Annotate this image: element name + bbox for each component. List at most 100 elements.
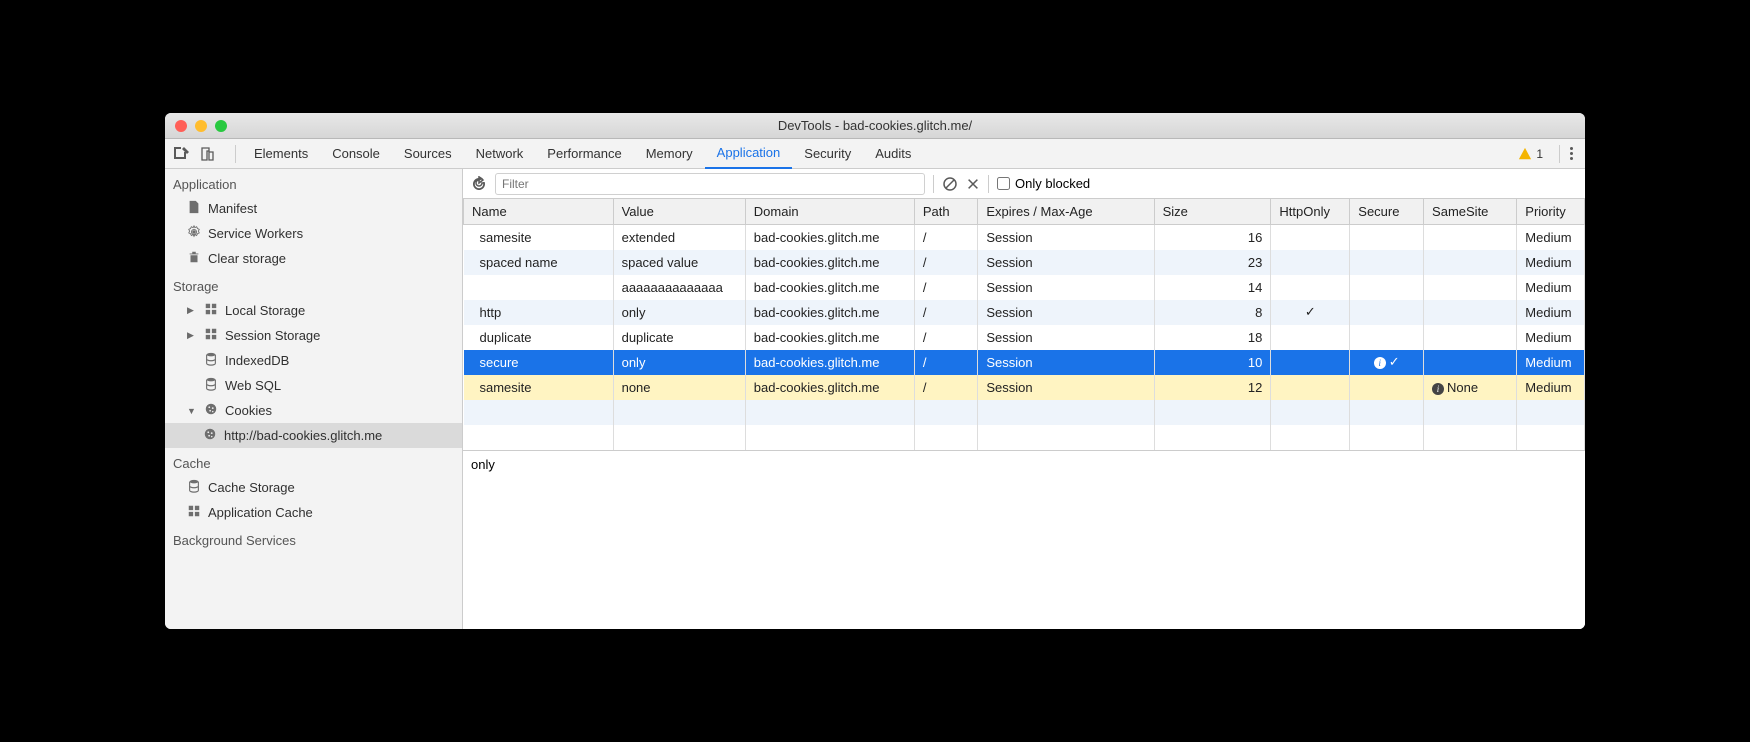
tab-performance[interactable]: Performance (535, 139, 633, 169)
section-title: Application (165, 169, 462, 196)
cell-size: 14 (1154, 275, 1271, 300)
delete-icon[interactable] (966, 177, 980, 191)
sidebar-item-label: Service Workers (208, 226, 303, 241)
warning-badge[interactable]: 1 (1518, 147, 1543, 161)
cell-path: / (914, 350, 978, 375)
cookie-icon (204, 402, 218, 419)
col-header-httponly[interactable]: HttpOnly (1271, 199, 1350, 225)
table-row[interactable]: aaaaaaaaaaaaaabad-cookies.glitch.me/Sess… (464, 275, 1585, 300)
cell-samesite (1424, 275, 1517, 300)
cell-expires: Session (978, 225, 1154, 250)
tab-sources[interactable]: Sources (392, 139, 464, 169)
divider (235, 145, 236, 163)
sidebar-item-service-workers[interactable]: Service Workers (165, 221, 462, 246)
table-row[interactable]: duplicateduplicatebad-cookies.glitch.me/… (464, 325, 1585, 350)
db-icon (204, 377, 218, 394)
sidebar-item-cookies[interactable]: ▼Cookies (165, 398, 462, 423)
traffic-lights (175, 120, 227, 132)
cell-name (464, 275, 614, 300)
cell-path: / (914, 250, 978, 275)
cookies-table: NameValueDomainPathExpires / Max-AgeSize… (463, 199, 1585, 450)
sidebar-item-application-cache[interactable]: Application Cache (165, 500, 462, 525)
tab-memory[interactable]: Memory (634, 139, 705, 169)
warning-count: 1 (1536, 147, 1543, 161)
tab-security[interactable]: Security (792, 139, 863, 169)
col-header-secure[interactable]: Secure (1350, 199, 1424, 225)
tab-elements[interactable]: Elements (242, 139, 320, 169)
table-row[interactable]: samesitenonebad-cookies.glitch.me/Sessio… (464, 375, 1585, 400)
cell-priority: Medium (1517, 225, 1585, 250)
col-header-path[interactable]: Path (914, 199, 978, 225)
sidebar-item-cache-storage[interactable]: Cache Storage (165, 475, 462, 500)
titlebar: DevTools - bad-cookies.glitch.me/ (165, 113, 1585, 139)
tab-application[interactable]: Application (705, 139, 793, 169)
col-header-name[interactable]: Name (464, 199, 614, 225)
refresh-icon[interactable] (471, 176, 487, 192)
filter-input[interactable] (495, 173, 925, 195)
cell-expires: Session (978, 350, 1154, 375)
col-header-samesite[interactable]: SameSite (1424, 199, 1517, 225)
col-header-domain[interactable]: Domain (745, 199, 914, 225)
inspect-icon[interactable] (173, 146, 189, 162)
tab-console[interactable]: Console (320, 139, 392, 169)
minimize-icon[interactable] (195, 120, 207, 132)
menu-button[interactable] (1566, 147, 1577, 160)
only-blocked-input[interactable] (997, 177, 1010, 190)
cell-samesite (1424, 300, 1517, 325)
table-row[interactable]: samesiteextendedbad-cookies.glitch.me/Se… (464, 225, 1585, 250)
tab-audits[interactable]: Audits (863, 139, 923, 169)
tab-network[interactable]: Network (464, 139, 536, 169)
cell-secure (1350, 300, 1424, 325)
cell-secure (1350, 325, 1424, 350)
sidebar-item-clear-storage[interactable]: Clear storage (165, 246, 462, 271)
gear-icon (187, 225, 201, 242)
sidebar-item-local-storage[interactable]: ▶Local Storage (165, 298, 462, 323)
cell-path: / (914, 225, 978, 250)
only-blocked-checkbox[interactable]: Only blocked (997, 176, 1090, 191)
sidebar-item-manifest[interactable]: Manifest (165, 196, 462, 221)
cell-value: duplicate (613, 325, 745, 350)
section-title: Storage (165, 271, 462, 298)
sidebar-item-label: IndexedDB (225, 353, 289, 368)
device-icon[interactable] (199, 146, 215, 162)
table-row[interactable]: spaced namespaced valuebad-cookies.glitc… (464, 250, 1585, 275)
close-icon[interactable] (175, 120, 187, 132)
section-title: Cache (165, 448, 462, 475)
cell-domain: bad-cookies.glitch.me (745, 300, 914, 325)
clear-all-icon[interactable] (942, 176, 958, 192)
sidebar-item-label: Web SQL (225, 378, 281, 393)
sidebar-item-indexeddb[interactable]: IndexedDB (165, 348, 462, 373)
cell-httponly (1271, 350, 1350, 375)
maximize-icon[interactable] (215, 120, 227, 132)
col-header-value[interactable]: Value (613, 199, 745, 225)
cell-domain: bad-cookies.glitch.me (745, 225, 914, 250)
table-row[interactable]: secureonlybad-cookies.glitch.me/Session1… (464, 350, 1585, 375)
cell-expires: Session (978, 325, 1154, 350)
sidebar-item-cookie-origin[interactable]: http://bad-cookies.glitch.me (165, 423, 462, 448)
col-header-size[interactable]: Size (1154, 199, 1271, 225)
cell-priority: Medium (1517, 275, 1585, 300)
cell-httponly (1271, 325, 1350, 350)
cell-value: none (613, 375, 745, 400)
chevron-right-icon: ▶ (187, 330, 197, 341)
cell-expires: Session (978, 375, 1154, 400)
cell-httponly (1271, 225, 1350, 250)
cell-size: 23 (1154, 250, 1271, 275)
cell-path: / (914, 275, 978, 300)
info-icon: i (1374, 357, 1386, 369)
cell-samesite (1424, 225, 1517, 250)
sidebar-item-label: Cookies (225, 403, 272, 418)
cell-name: samesite (464, 225, 614, 250)
cell-expires: Session (978, 275, 1154, 300)
cell-priority: Medium (1517, 325, 1585, 350)
col-header-priority[interactable]: Priority (1517, 199, 1585, 225)
cell-expires: Session (978, 300, 1154, 325)
sidebar-item-web-sql[interactable]: Web SQL (165, 373, 462, 398)
cell-value: only (613, 300, 745, 325)
sidebar-item-session-storage[interactable]: ▶Session Storage (165, 323, 462, 348)
col-header-expires-max-age[interactable]: Expires / Max-Age (978, 199, 1154, 225)
warning-icon (1518, 147, 1532, 161)
table-row[interactable]: httponlybad-cookies.glitch.me/Session8✓M… (464, 300, 1585, 325)
cell-path: / (914, 300, 978, 325)
cell-value: aaaaaaaaaaaaaa (613, 275, 745, 300)
